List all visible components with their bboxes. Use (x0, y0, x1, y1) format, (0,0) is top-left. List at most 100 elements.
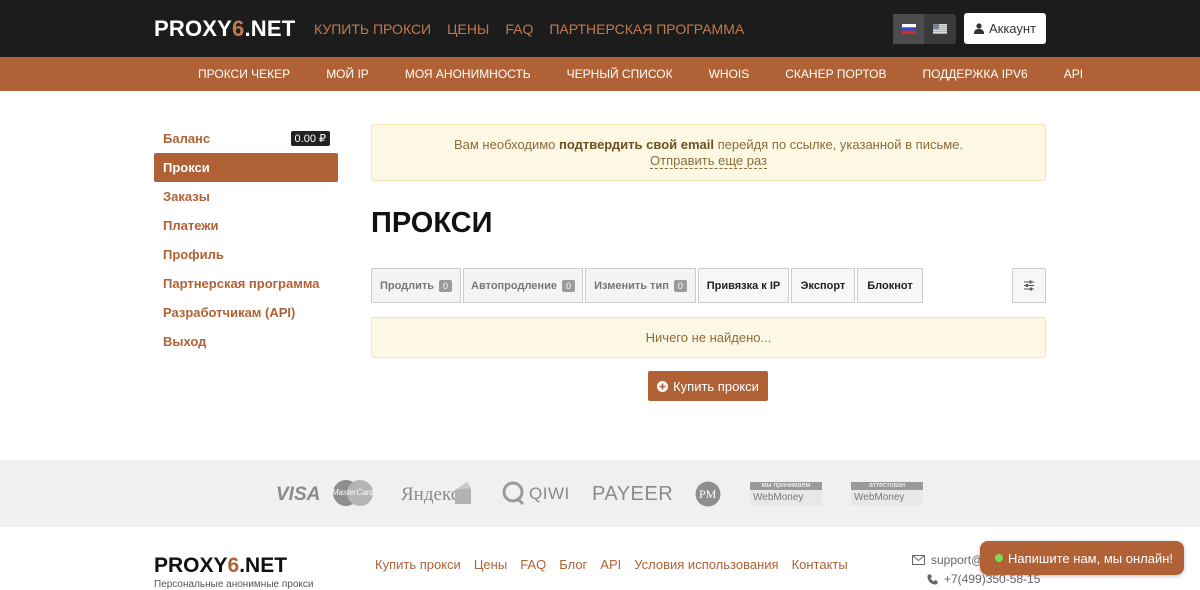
sliders-icon (1024, 280, 1034, 291)
account-label: Аккаунт (988, 21, 1037, 36)
buy-proxy-label: Купить прокси (673, 378, 759, 394)
lang-en[interactable] (924, 14, 955, 44)
ip-binding-label: Привязка к IP (706, 279, 781, 292)
notepad-label: Блокнот (867, 279, 913, 292)
email-confirm-alert: Вам необходимо подтвердить свой email пе… (371, 124, 1046, 181)
sidebar-item-balance[interactable]: Баланс 0.00 ₽ (154, 124, 338, 153)
payeer-logo: PAYEER (592, 483, 674, 505)
phone-icon (927, 574, 938, 584)
chat-widget-button[interactable]: Напишите нам, мы онлайн! (980, 541, 1184, 575)
lang-ru[interactable] (893, 14, 924, 44)
subnav-api[interactable]: API (1064, 67, 1083, 81)
sidebar-item-payments[interactable]: Платежи (154, 211, 338, 240)
webmoney-attested-badge: аттестован WebMoney (851, 482, 923, 506)
footer-link-contacts[interactable]: Контакты (792, 557, 848, 572)
footer-link-api[interactable]: API (600, 557, 621, 572)
chat-label: Напишите нам, мы онлайн! (1008, 550, 1174, 566)
footer-link-blog[interactable]: Блог (559, 557, 587, 572)
sidebar-item-label: Платежи (163, 218, 219, 233)
usa-flag-icon (932, 24, 947, 34)
footer-email-text: support@ (931, 553, 984, 567)
export-label: Экспорт (800, 279, 846, 292)
subnav-my-anonymity[interactable]: МОЯ АНОНИМНОСТЬ (405, 67, 531, 81)
change-type-count-badge: 0 (673, 279, 687, 292)
sidebar-item-label: Баланс (163, 131, 211, 146)
renew-count-badge: 0 (439, 279, 453, 292)
balance-badge: 0.00 ₽ (290, 131, 330, 146)
top-bar: PROXY6.NET КУПИТЬ ПРОКСИ ЦЕНЫ FAQ ПАРТНЕ… (0, 0, 1200, 57)
logo-six: 6 (232, 16, 245, 41)
plus-circle-icon (657, 380, 669, 392)
footer-nav: Купить прокси Цены FAQ Блог API Условия … (375, 557, 848, 572)
subnav-whois[interactable]: WHOIS (709, 67, 750, 81)
mastercard-text: MasterCard (332, 488, 374, 497)
resend-email-link[interactable]: Отправить еще раз (650, 153, 767, 169)
sidebar-item-partner-program[interactable]: Партнерская программа (154, 269, 338, 298)
webmoney-attested-bottom: WebMoney (851, 490, 923, 506)
alert-message: Вам необходимо подтвердить свой email пе… (372, 137, 1045, 153)
account-button[interactable]: Аккаунт (964, 13, 1046, 44)
logo-text: PROXY (154, 16, 233, 41)
qiwi-text: QIWI (529, 484, 570, 503)
webmoney-attested-text: WebMoney (854, 492, 905, 503)
subnav-my-ip[interactable]: МОЙ IP (326, 67, 369, 81)
notepad-button[interactable]: Блокнот (857, 268, 923, 303)
change-type-label: Изменить тип (594, 279, 669, 292)
webmoney-accept-bottom: WebMoney (750, 490, 822, 506)
export-button[interactable]: Экспорт (791, 268, 855, 303)
footer-logo-six: 6 (227, 554, 240, 577)
footer-link-faq[interactable]: FAQ (520, 557, 546, 572)
sidebar-item-label: Партнерская программа (163, 276, 320, 291)
autorenew-count-badge: 0 (561, 279, 575, 292)
mastercard-logo: MasterCard (331, 479, 375, 510)
sidebar-item-profile[interactable]: Профиль (154, 240, 338, 269)
nav-buy-proxy[interactable]: КУПИТЬ ПРОКСИ (314, 21, 431, 37)
account-sidebar: Баланс 0.00 ₽ Прокси Заказы Платежи Проф… (154, 124, 338, 356)
sidebar-item-label: Прокси (163, 160, 210, 175)
footer-logo-suffix: .NET (239, 554, 288, 577)
payment-methods-bar: VISA MasterCard Яндекс QIWI PAYEER PM мы… (0, 460, 1200, 527)
footer-link-buy-proxy[interactable]: Купить прокси (375, 557, 461, 572)
nav-faq[interactable]: FAQ (505, 21, 533, 37)
page-title: ПРОКСИ (371, 207, 493, 239)
subnav-proxy-checker[interactable]: ПРОКСИ ЧЕКЕР (198, 67, 290, 81)
site-logo[interactable]: PROXY6.NET (154, 16, 295, 42)
alert-text-after: перейдя по ссылке, указанной в письме. (713, 137, 964, 152)
sidebar-item-logout[interactable]: Выход (154, 327, 338, 356)
webmoney-accept-top: мы принимаем (750, 482, 822, 490)
sidebar-item-label: Заказы (163, 189, 210, 204)
subnav-port-scanner[interactable]: СКАНЕР ПОРТОВ (785, 67, 886, 81)
footer-logo[interactable]: PROXY6.NET (154, 554, 287, 578)
qiwi-logo: QIWI (502, 481, 569, 508)
footer-email[interactable]: support@ (912, 553, 983, 567)
visa-logo: VISA (276, 484, 321, 505)
subnav-blacklist[interactable]: ЧЕРНЫЙ СПИСОК (567, 67, 673, 81)
alert-text-before: Вам необходимо (453, 137, 560, 152)
footer-link-prices[interactable]: Цены (474, 557, 507, 572)
column-settings-button[interactable] (1012, 268, 1046, 303)
nav-partner-program[interactable]: ПАРТНЕРСКАЯ ПРОГРАММА (549, 21, 744, 37)
user-icon (973, 23, 984, 34)
change-type-button[interactable]: Изменить тип 0 (585, 268, 696, 303)
buy-proxy-button[interactable]: Купить прокси (648, 371, 768, 401)
footer-link-terms[interactable]: Условия использования (634, 557, 778, 572)
autorenew-button[interactable]: Автопродление 0 (463, 268, 583, 303)
nav-prices[interactable]: ЦЕНЫ (447, 21, 489, 37)
envelope-icon (912, 555, 925, 565)
sidebar-item-api[interactable]: Разработчикам (API) (154, 298, 338, 327)
webmoney-accept-text: WebMoney (753, 492, 804, 503)
subnav-ipv6-support[interactable]: ПОДДЕРЖКА IPV6 (922, 67, 1027, 81)
renew-button[interactable]: Продлить 0 (371, 268, 461, 303)
footer-tagline: Персональные анонимные прокси (154, 579, 314, 590)
sidebar-item-label: Выход (163, 334, 207, 349)
ip-binding-button[interactable]: Привязка к IP (698, 268, 789, 303)
russia-flag-icon (901, 24, 916, 34)
proxy-toolbar: Продлить 0 Автопродление 0 Изменить тип … (371, 268, 925, 303)
qiwi-icon (502, 481, 525, 506)
language-switcher (893, 14, 956, 44)
footer-logo-text: PROXY (154, 554, 228, 577)
sidebar-item-label: Разработчикам (API) (163, 305, 296, 320)
pm-text: PM (699, 487, 717, 501)
sidebar-item-proxies[interactable]: Прокси (154, 153, 338, 182)
sidebar-item-orders[interactable]: Заказы (154, 182, 338, 211)
